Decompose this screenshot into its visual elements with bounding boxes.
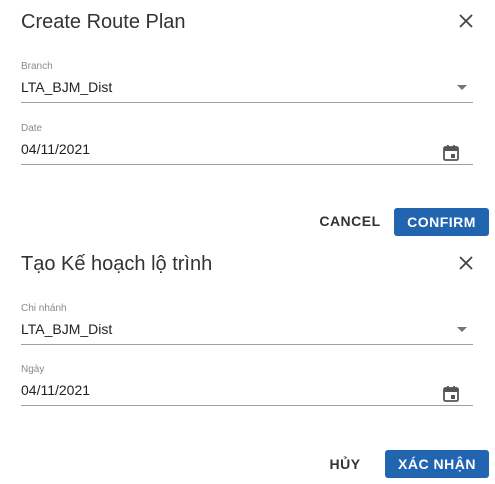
date-label: Ngày	[21, 364, 45, 375]
branch-value: LTA_BJM_Dist	[21, 79, 113, 95]
branch-select[interactable]: Chi nhánh LTA_BJM_Dist	[21, 303, 473, 349]
date-value[interactable]: 04/11/2021	[21, 381, 90, 399]
calendar-icon[interactable]	[442, 385, 460, 403]
create-route-plan-dialog-vi: Tạo Kế hoạch lộ trình Chi nhánh LTA_BJM_…	[0, 242, 495, 484]
date-field[interactable]: Date 04/11/2021	[21, 123, 473, 169]
date-field[interactable]: Ngày 04/11/2021	[21, 364, 473, 410]
close-icon[interactable]	[456, 11, 476, 31]
branch-label: Branch	[21, 61, 53, 72]
cancel-button[interactable]: CANCEL	[314, 207, 386, 235]
confirm-button[interactable]: XÁC NHẬN	[385, 450, 489, 478]
date-underline	[21, 405, 473, 406]
branch-underline	[21, 344, 473, 345]
calendar-icon[interactable]	[442, 144, 460, 162]
chevron-down-icon[interactable]	[457, 327, 467, 332]
date-underline	[21, 164, 473, 165]
date-label: Date	[21, 123, 43, 134]
dialog-title: Create Route Plan	[21, 11, 186, 33]
branch-underline	[21, 102, 473, 103]
branch-value: LTA_BJM_Dist	[21, 321, 113, 337]
cancel-button[interactable]: HỦY	[322, 450, 368, 478]
chevron-down-icon[interactable]	[457, 85, 467, 90]
create-route-plan-dialog: Create Route Plan Branch LTA_BJM_Dist Da…	[0, 0, 495, 242]
dialog-title: Tạo Kế hoạch lộ trình	[21, 253, 213, 275]
confirm-button[interactable]: CONFIRM	[394, 208, 489, 236]
branch-label: Chi nhánh	[21, 303, 67, 314]
branch-select[interactable]: Branch LTA_BJM_Dist	[21, 61, 473, 107]
date-value[interactable]: 04/11/2021	[21, 140, 90, 158]
close-icon[interactable]	[456, 253, 476, 273]
